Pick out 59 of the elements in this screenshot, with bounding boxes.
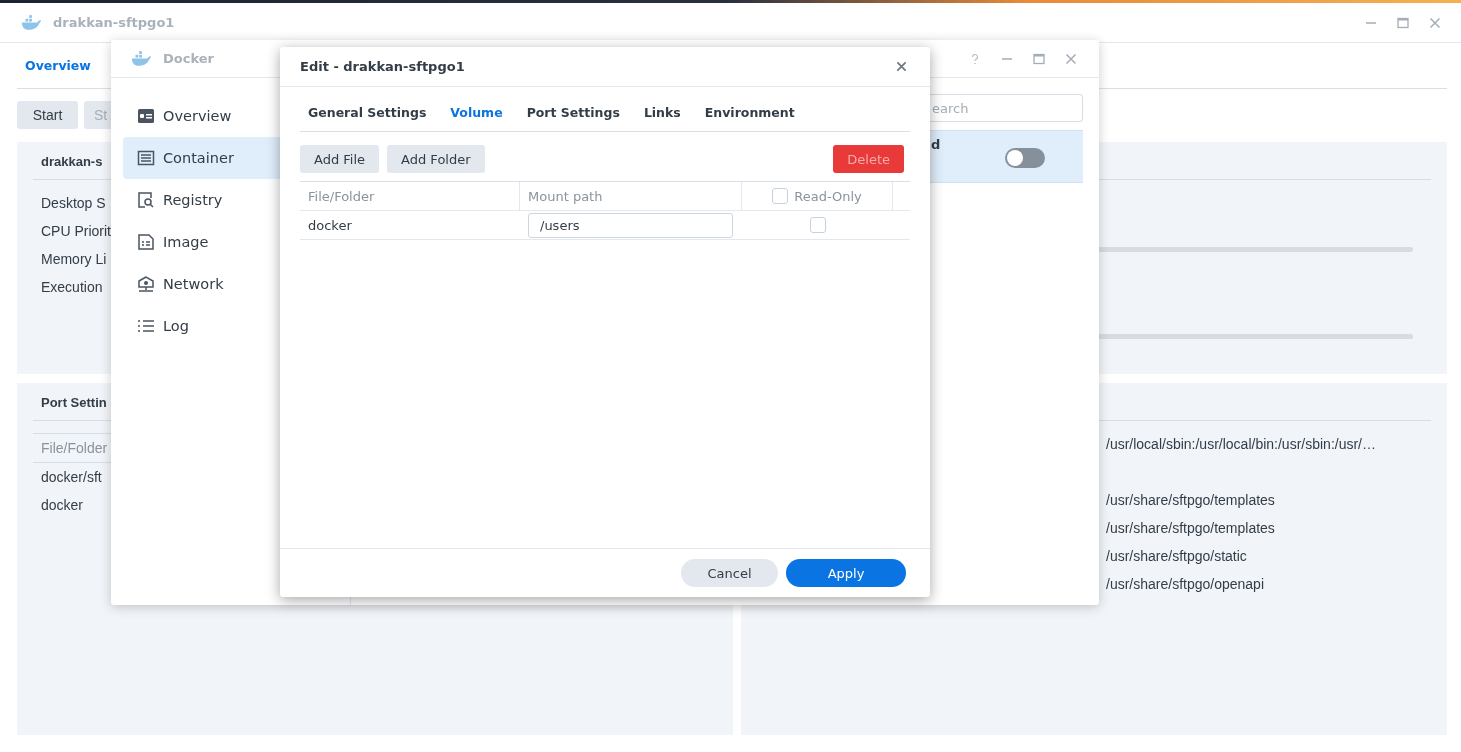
- table-cell-text: /usr/share/sftpgo/templates: [1106, 491, 1275, 510]
- column-header: File/Folder: [308, 188, 375, 204]
- window-title: drakkan-sftpgo1: [53, 15, 175, 30]
- search-field[interactable]: earch: [930, 94, 1083, 122]
- checkbox[interactable]: [809, 217, 826, 233]
- tab[interactable]: Port Settings: [518, 104, 628, 120]
- sidebar-item[interactable]: Registry: [123, 179, 280, 221]
- add-button[interactable]: Add Folder: [387, 145, 485, 173]
- field-label: Memory Li: [40, 250, 107, 269]
- column-header: File/Folder: [41, 440, 108, 456]
- table-cell-text: docker: [40, 496, 84, 515]
- whale-icon: [20, 14, 42, 31]
- list-box-icon: [137, 150, 155, 166]
- tab[interactable]: Links: [635, 104, 689, 120]
- mount-path-field[interactable]: /users: [528, 212, 733, 238]
- maximize-icon[interactable]: [1397, 16, 1409, 29]
- network-icon: [137, 276, 155, 292]
- field-label: Execution: [40, 278, 103, 297]
- panel-title: drakkan-s: [41, 154, 103, 171]
- field-label: CPU Priorit: [40, 222, 111, 241]
- apply-button[interactable]: Apply: [786, 559, 906, 587]
- close-icon[interactable]: [896, 61, 907, 72]
- help-icon[interactable]: [969, 52, 981, 65]
- panel-title: Port Settin: [41, 395, 107, 412]
- table-cell-text: /usr/share/sftpgo/templates: [1106, 519, 1275, 538]
- sidebar-item[interactable]: Overview: [123, 95, 280, 137]
- toolbar-button[interactable]: Start: [17, 101, 78, 129]
- table-cell-text: /usr/share/sftpgo/static: [1106, 547, 1247, 566]
- document-icon: [137, 234, 155, 250]
- sidebar-item[interactable]: Image: [123, 221, 280, 263]
- close-icon[interactable]: [1065, 52, 1077, 65]
- field-label: Desktop S: [40, 194, 106, 213]
- cancel-button[interactable]: Cancel: [681, 559, 778, 587]
- table-cell-text: /usr/share/sftpgo/openapi: [1106, 575, 1264, 594]
- column-header: Read-Only: [794, 188, 862, 204]
- sidebar-item[interactable]: Log: [123, 305, 280, 347]
- sidebar-item[interactable]: Container: [123, 137, 280, 179]
- table-cell: docker: [308, 217, 352, 233]
- container-row[interactable]: d: [930, 130, 1083, 183]
- list-icon: [137, 318, 155, 334]
- container-name: d: [931, 137, 941, 152]
- toggle-switch[interactable]: [1005, 148, 1045, 168]
- close-icon[interactable]: [1429, 16, 1441, 29]
- id-card-icon: [137, 108, 155, 124]
- sidebar-item[interactable]: Network: [123, 263, 280, 305]
- tab[interactable]: Environment: [696, 104, 803, 120]
- table-cell-text: /usr/local/sbin:/usr/local/bin:/usr/sbin:/usr/…: [1106, 435, 1376, 454]
- tab[interactable]: Overview: [17, 58, 99, 73]
- column-header: Mount path: [528, 188, 603, 204]
- tab[interactable]: Volume: [442, 104, 511, 120]
- add-button[interactable]: Add File: [300, 145, 380, 173]
- table-cell-text: docker/sft: [40, 468, 102, 487]
- maximize-icon[interactable]: [1033, 52, 1045, 65]
- whale-icon: [130, 50, 152, 67]
- window-title: Docker: [163, 51, 214, 66]
- magnifier-page-icon: [137, 192, 155, 208]
- checkbox[interactable]: [772, 188, 789, 204]
- tab[interactable]: General Settings: [300, 104, 435, 120]
- dialog-title: Edit - drakkan-sftpgo1: [300, 59, 465, 74]
